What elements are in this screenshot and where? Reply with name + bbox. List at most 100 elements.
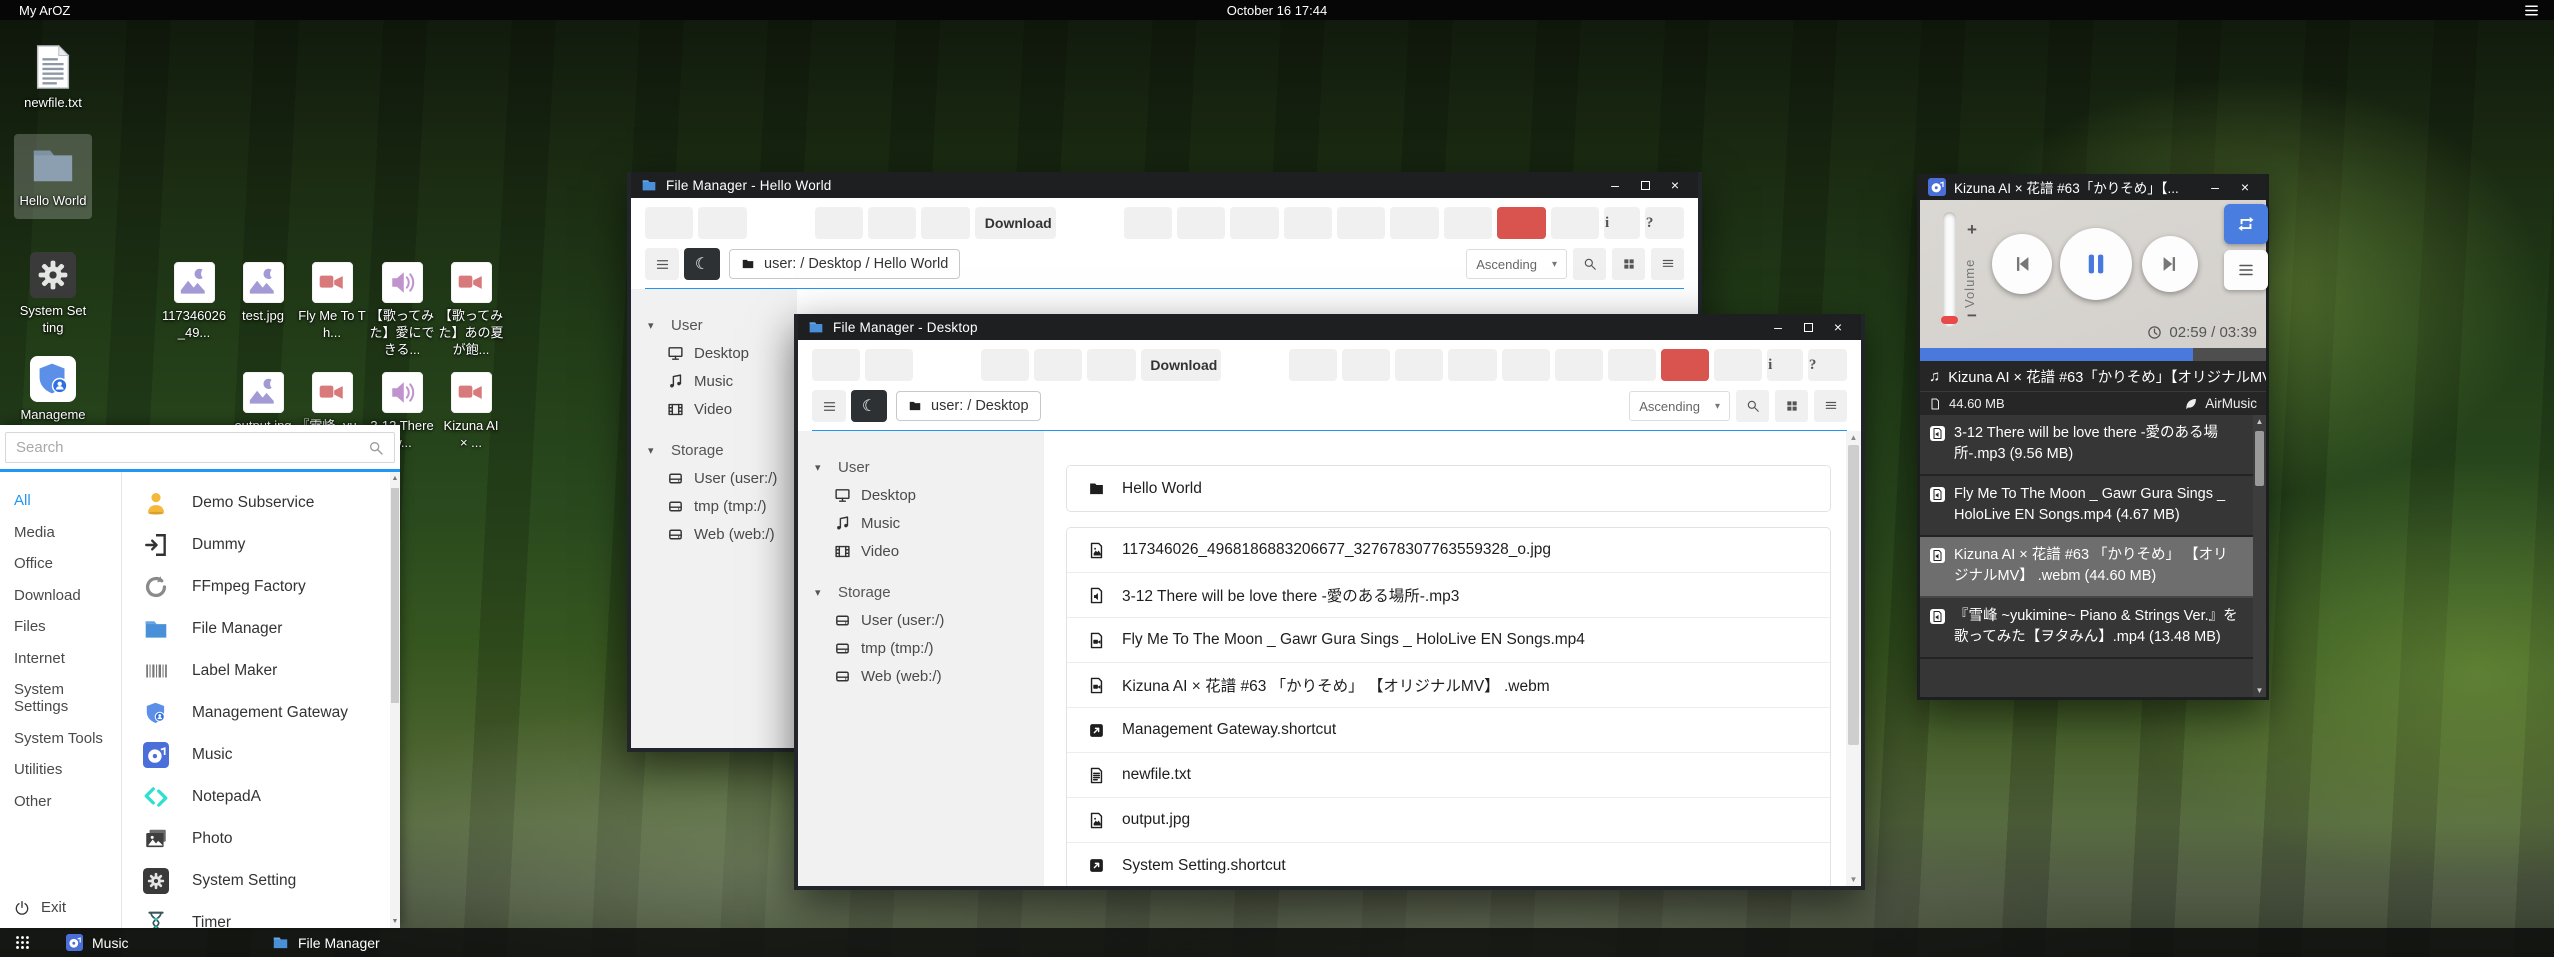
list-toggle-button[interactable] [645, 248, 679, 280]
progress-bar[interactable] [1920, 348, 2266, 361]
category-media[interactable]: Media [0, 517, 121, 549]
info-button[interactable]: i [1767, 349, 1803, 381]
cut-button[interactable] [1395, 349, 1443, 381]
app-timer[interactable]: Timer [122, 902, 400, 928]
paste-button[interactable] [1177, 207, 1225, 239]
search-box[interactable] [5, 432, 395, 463]
scroll-up-icon[interactable]: ▲ [390, 475, 400, 482]
app-notepada[interactable]: NotepadA [122, 776, 400, 818]
maximize-button[interactable] [1795, 316, 1821, 338]
desktop-icon-utattemita-anonatsu[interactable]: 【歌ってみ た】あの夏 が飽... [431, 262, 511, 358]
app-grid-icon[interactable] [14, 934, 31, 951]
file-row-output-jpg[interactable]: output.jpg [1067, 798, 1830, 843]
file-row-system-setting[interactable]: System Setting.shortcut [1067, 843, 1830, 886]
theme-toggle-button[interactable]: ☾ [851, 390, 887, 422]
title-bar[interactable]: File Manager - Desktop – × [798, 314, 1861, 340]
category-office[interactable]: Office [0, 548, 121, 580]
desktop-icon-117346026-jpg[interactable]: 117346026 _49... [154, 262, 234, 341]
info-button[interactable]: i [1604, 207, 1640, 239]
sidebar-item-web-drive[interactable]: Web (web:/) [631, 520, 797, 548]
desktop-icon-hello-world[interactable]: Hello World [14, 134, 92, 219]
file-row-fly-me-mp4[interactable]: Fly Me To The Moon _ Gawr Gura Sings _ H… [1067, 618, 1830, 663]
breadcrumb[interactable]: user: / Desktop / Hello World [729, 249, 960, 279]
category-system-settings[interactable]: System Settings [0, 674, 121, 723]
cut-button[interactable] [1230, 207, 1278, 239]
scrollbar-thumb[interactable] [1848, 445, 1859, 745]
file-row-hello-world[interactable]: Hello World [1067, 466, 1830, 511]
app-photo[interactable]: Photo [122, 818, 400, 860]
back-button[interactable] [645, 207, 693, 239]
sidebar-section-storage[interactable]: ▾ Storage [631, 436, 797, 464]
sidebar-item-tmp-drive[interactable]: tmp (tmp:/) [798, 634, 1044, 662]
sidebar-item-desktop[interactable]: Desktop [798, 481, 1044, 509]
sidebar-item-user-drive[interactable]: User (user:/) [798, 606, 1044, 634]
sidebar-item-video[interactable]: Video [798, 537, 1044, 565]
taskbar-item-music[interactable]: Music [66, 928, 129, 957]
sort-dropdown[interactable]: Ascending ▾ [1466, 249, 1567, 279]
download-button[interactable]: Download [1141, 349, 1222, 381]
title-bar[interactable]: Kizuna AI × 花譜 #63「かりそめ」【... – × [1920, 174, 2266, 200]
file-row-newfile-txt[interactable]: newfile.txt [1067, 753, 1830, 798]
up-button[interactable] [865, 349, 913, 381]
sidebar-item-music[interactable]: Music [631, 367, 797, 395]
rename-button[interactable] [1608, 349, 1656, 381]
minimize-button[interactable]: – [1602, 174, 1628, 196]
app-ffmpeg-factory[interactable]: FFmpeg Factory [122, 566, 400, 608]
scroll-down-icon[interactable]: ▼ [2253, 686, 2266, 695]
breadcrumb[interactable]: user: / Desktop [896, 391, 1041, 421]
grid-view-button[interactable] [1775, 390, 1808, 422]
copy-button[interactable] [1124, 207, 1172, 239]
maximize-button[interactable] [1632, 174, 1658, 196]
download-icon-button[interactable] [921, 207, 969, 239]
download-button[interactable]: Download [975, 207, 1056, 239]
repeat-button[interactable] [2224, 204, 2268, 244]
desktop-icon-system-setting[interactable]: System Set ting [12, 252, 94, 336]
download-icon-button[interactable] [1087, 349, 1135, 381]
help-button[interactable]: ? [1645, 207, 1684, 239]
scroll-down-icon[interactable]: ▼ [390, 918, 400, 925]
sidebar-item-tmp-drive[interactable]: tmp (tmp:/) [631, 492, 797, 520]
close-button[interactable]: × [1825, 316, 1851, 338]
app-label-maker[interactable]: Label Maker [122, 650, 400, 692]
menu-scrollbar[interactable]: ▲ ▼ [390, 472, 400, 928]
category-all[interactable]: All [0, 485, 121, 517]
help-button[interactable]: ? [1808, 349, 1847, 381]
desktop-icon-newfile-txt[interactable]: newfile.txt [12, 44, 94, 111]
sidebar-item-video[interactable]: Video [631, 395, 797, 423]
file-row-3-12-there-mp3[interactable]: 3-12 There will be love there -愛のある場所-.m… [1067, 573, 1830, 618]
copy-button[interactable] [1289, 349, 1337, 381]
category-utilities[interactable]: Utilities [0, 754, 121, 786]
close-button[interactable]: × [1662, 174, 1688, 196]
list-toggle-button[interactable] [812, 390, 846, 422]
scrollbar-thumb[interactable] [2255, 431, 2264, 486]
open-in-new-button[interactable] [868, 207, 916, 239]
file-row-kizuna-webm[interactable]: Kizuna AI × 花譜 #63 「かりそめ」 【オリジナルMV】 .web… [1067, 663, 1830, 708]
top-menu-icon[interactable] [2523, 2, 2540, 19]
sidebar-item-user-drive[interactable]: User (user:/) [631, 464, 797, 492]
sidebar-section-user[interactable]: ▾ User [798, 453, 1044, 481]
playlist-toggle-button[interactable] [2224, 250, 2268, 290]
upload-button[interactable] [1390, 207, 1438, 239]
sidebar-section-storage[interactable]: ▾ Storage [798, 578, 1044, 606]
upload-button[interactable] [1555, 349, 1603, 381]
grid-view-button[interactable] [1612, 248, 1645, 280]
list-view-button[interactable] [1814, 390, 1847, 422]
desktop-icon-kizuna-ai[interactable]: Kizuna AI × ... [431, 372, 511, 451]
scroll-down-icon[interactable]: ▼ [1846, 875, 1861, 884]
taskbar-item-file-manager[interactable]: File Manager [272, 928, 380, 957]
app-music[interactable]: Music [122, 734, 400, 776]
sidebar-item-music[interactable]: Music [798, 509, 1044, 537]
refresh-button[interactable] [1714, 349, 1762, 381]
playlist-item-kizuna[interactable]: Kizuna AI × 花譜 #63 「かりそめ」 【オリジナルMV】 .web… [1920, 537, 2266, 598]
sidebar-item-desktop[interactable]: Desktop [631, 339, 797, 367]
app-management-gateway[interactable]: Management Gateway [122, 692, 400, 734]
scroll-up-icon[interactable]: ▲ [1846, 433, 1861, 442]
search-button[interactable] [1573, 248, 1606, 280]
new-folder-button[interactable] [1502, 349, 1550, 381]
up-button[interactable] [698, 207, 746, 239]
desktop-icon-fly-me-to-the-moon[interactable]: Fly Me To T h... [292, 262, 372, 341]
playlist-item-fly-me[interactable]: Fly Me To The Moon _ Gawr Gura Sings _ H… [1920, 476, 2266, 537]
search-input[interactable] [16, 439, 360, 456]
app-file-manager[interactable]: File Manager [122, 608, 400, 650]
category-download[interactable]: Download [0, 580, 121, 612]
